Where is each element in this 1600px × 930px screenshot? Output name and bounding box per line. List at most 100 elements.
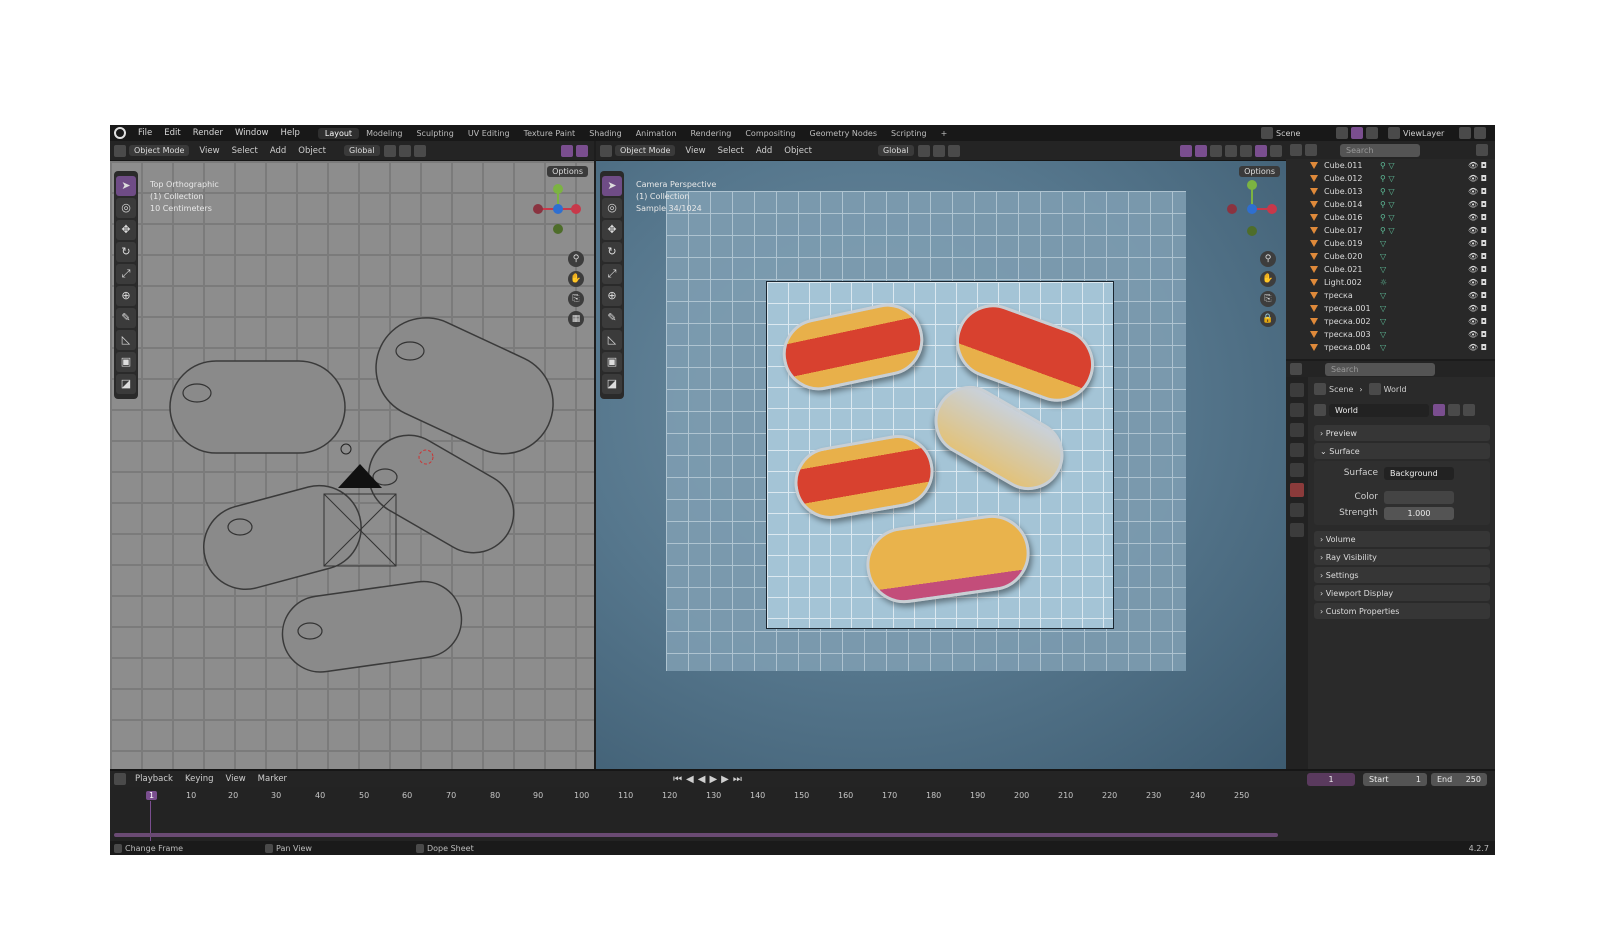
- left-menu-add[interactable]: Add: [270, 146, 286, 156]
- wireframe-shading-icon[interactable]: [1210, 144, 1222, 157]
- scale-tool-icon[interactable]: ⤢: [602, 264, 622, 284]
- move-tool-icon[interactable]: ✥: [116, 220, 136, 240]
- visibility-icon[interactable]: 👁 ◘: [1468, 343, 1487, 352]
- menu-help[interactable]: Help: [274, 128, 305, 138]
- filter-icon[interactable]: [1476, 144, 1488, 156]
- pause-render-icon[interactable]: [1270, 144, 1282, 157]
- zoom-icon[interactable]: ⚲: [1260, 251, 1276, 267]
- blender-logo-icon[interactable]: [114, 127, 126, 139]
- tin-can-5[interactable]: [278, 577, 467, 677]
- view-layer-selector[interactable]: ViewLayer: [1403, 129, 1459, 138]
- camera-view-icon[interactable]: ⎘: [568, 291, 584, 307]
- editor-type-icon[interactable]: [114, 144, 126, 157]
- material-shading-icon[interactable]: [1240, 144, 1252, 157]
- tab-scripting[interactable]: Scripting: [884, 128, 934, 139]
- visibility-icon[interactable]: 👁 ◘: [1468, 161, 1487, 170]
- tab-sculpting[interactable]: Sculpting: [409, 128, 460, 139]
- outliner-item[interactable]: Cube.011 ⚲ ▽ 👁 ◘: [1286, 159, 1495, 172]
- outliner-item[interactable]: Cube.016 ⚲ ▽ 👁 ◘: [1286, 211, 1495, 224]
- editor-type-icon[interactable]: [600, 144, 612, 157]
- start-frame-field[interactable]: Start 1: [1363, 772, 1427, 786]
- playhead[interactable]: 1: [146, 791, 158, 800]
- visibility-icon[interactable]: 👁 ◘: [1468, 317, 1487, 326]
- new-world-icon[interactable]: [1448, 404, 1460, 416]
- pan-hand-icon[interactable]: ✋: [1260, 271, 1276, 287]
- xray-icon[interactable]: [1195, 144, 1207, 157]
- camera-view-icon[interactable]: ⎘: [1260, 291, 1276, 307]
- tab-uv-editing[interactable]: UV Editing: [461, 128, 517, 139]
- outliner-type-icon[interactable]: [1290, 144, 1302, 156]
- strength-field[interactable]: 1.000: [1384, 506, 1454, 520]
- left-menu-select[interactable]: Select: [232, 146, 258, 156]
- tab-compositing[interactable]: Compositing: [738, 128, 802, 139]
- add-cube-tool-icon[interactable]: ▣: [602, 352, 622, 372]
- left-menu-view[interactable]: View: [199, 146, 219, 156]
- left-navigation-gizmo[interactable]: [530, 179, 590, 239]
- panel-volume[interactable]: › Volume: [1314, 531, 1490, 547]
- outliner-item[interactable]: треска ▽ 👁 ◘: [1286, 289, 1495, 302]
- visibility-icon[interactable]: 👁 ◘: [1468, 200, 1487, 209]
- view-layer-tab-icon[interactable]: [1290, 443, 1304, 457]
- add-object-tool-icon[interactable]: ◪: [116, 374, 136, 394]
- tab-rendering[interactable]: Rendering: [683, 128, 738, 139]
- unlink-world-icon[interactable]: [1463, 404, 1475, 416]
- outliner-item[interactable]: треска.003 ▽ 👁 ◘: [1286, 328, 1495, 341]
- move-tool-icon[interactable]: ✥: [602, 220, 622, 240]
- pivot-icon[interactable]: [917, 144, 930, 157]
- cursor-tool-icon[interactable]: ◎: [602, 198, 622, 218]
- rotate-tool-icon[interactable]: ↻: [116, 242, 136, 262]
- right-mode-dropdown[interactable]: Object Mode: [615, 145, 676, 156]
- tin-can-1[interactable]: [169, 360, 346, 454]
- properties-type-icon[interactable]: [1290, 363, 1302, 375]
- lock-camera-icon[interactable]: 🔒: [1260, 311, 1276, 327]
- outliner-item[interactable]: Cube.013 ⚲ ▽ 👁 ◘: [1286, 185, 1495, 198]
- tin-can-4[interactable]: [194, 476, 370, 599]
- measure-tool-icon[interactable]: ◺: [602, 330, 622, 350]
- visibility-icon[interactable]: 👁 ◘: [1468, 304, 1487, 313]
- world-tab-icon[interactable]: [1290, 483, 1304, 497]
- panel-surface[interactable]: ⌄ Surface: [1314, 443, 1490, 459]
- right-menu-view[interactable]: View: [685, 146, 705, 156]
- display-mode-icon[interactable]: [1305, 144, 1317, 156]
- add-cube-tool-icon[interactable]: ▣: [116, 352, 136, 372]
- right-navigation-gizmo[interactable]: [1224, 179, 1284, 239]
- right-orientation-dropdown[interactable]: Global: [877, 145, 914, 156]
- fake-user-icon[interactable]: [1433, 404, 1445, 416]
- ortho-toggle-icon[interactable]: ▦: [568, 311, 584, 327]
- outliner-item[interactable]: треска.001 ▽ 👁 ◘: [1286, 302, 1495, 315]
- outliner-search-input[interactable]: Search: [1340, 143, 1420, 157]
- scene-selector[interactable]: Scene: [1276, 129, 1336, 138]
- cursor-tool-icon[interactable]: ◎: [116, 198, 136, 218]
- menu-window[interactable]: Window: [229, 128, 275, 138]
- right-menu-object[interactable]: Object: [784, 146, 812, 156]
- outliner-item[interactable]: Cube.020 ▽ 👁 ◘: [1286, 250, 1495, 263]
- annotate-tool-icon[interactable]: ✎: [602, 308, 622, 328]
- new-scene-icon[interactable]: [1336, 127, 1348, 139]
- surface-shader-field[interactable]: Background: [1384, 466, 1454, 480]
- right-menu-select[interactable]: Select: [718, 146, 744, 156]
- outliner-item[interactable]: Light.002 ☼ 👁 ◘: [1286, 276, 1495, 289]
- left-mode-dropdown[interactable]: Object Mode: [129, 145, 190, 156]
- solid-shading-icon[interactable]: [1225, 144, 1237, 157]
- visibility-icon[interactable]: 👁 ◘: [1468, 226, 1487, 235]
- panel-preview[interactable]: › Preview: [1314, 425, 1490, 441]
- visibility-icon[interactable]: 👁 ◘: [1468, 265, 1487, 274]
- panel-settings[interactable]: › Settings: [1314, 567, 1490, 583]
- outliner-item[interactable]: треска.002 ▽ 👁 ◘: [1286, 315, 1495, 328]
- pan-hand-icon[interactable]: ✋: [568, 271, 584, 287]
- pivot-icon[interactable]: [383, 144, 396, 157]
- close-view-layer-icon[interactable]: [1474, 127, 1486, 139]
- transform-tool-icon[interactable]: ⊕: [116, 286, 136, 306]
- visibility-icon[interactable]: 👁 ◘: [1468, 174, 1487, 183]
- output-tab-icon[interactable]: [1290, 423, 1304, 437]
- tab-shading[interactable]: Shading: [582, 128, 629, 139]
- menu-render[interactable]: Render: [187, 128, 229, 138]
- timeline-scrollbar[interactable]: [114, 833, 1278, 837]
- visibility-icon[interactable]: 👁 ◘: [1468, 330, 1487, 339]
- left-options-button[interactable]: Options: [547, 166, 588, 177]
- visibility-icon[interactable]: 👁 ◘: [1468, 187, 1487, 196]
- copy-scene-icon[interactable]: [1351, 127, 1363, 139]
- outliner-item[interactable]: Cube.017 ⚲ ▽ 👁 ◘: [1286, 224, 1495, 237]
- tab-modeling[interactable]: Modeling: [359, 128, 409, 139]
- snap-icon[interactable]: [398, 144, 411, 157]
